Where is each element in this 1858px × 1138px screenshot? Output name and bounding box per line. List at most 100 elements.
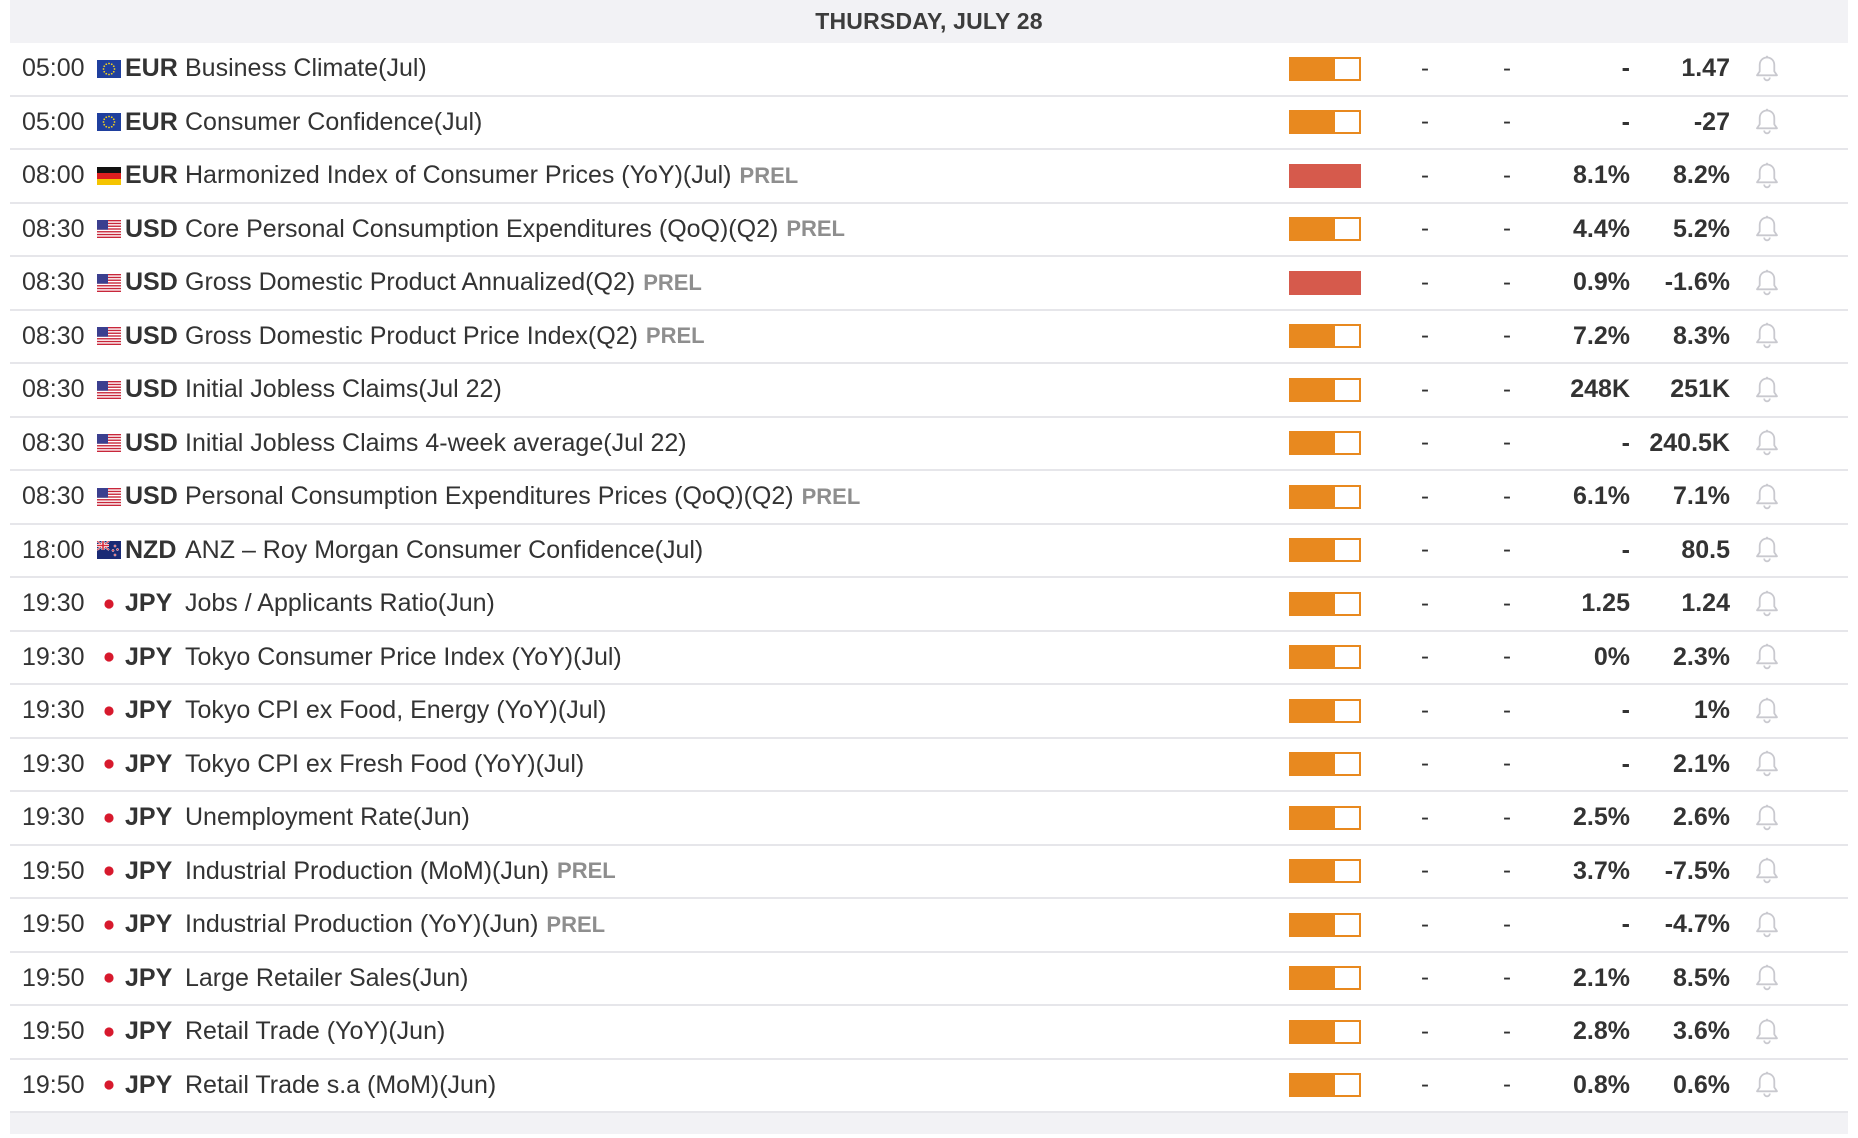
event-title-cell[interactable]: Consumer Confidence(Jul): [185, 97, 1265, 149]
bell-icon[interactable]: [1751, 525, 1783, 577]
bell-icon[interactable]: [1754, 162, 1780, 190]
bell-icon[interactable]: [1754, 376, 1780, 404]
event-name[interactable]: Business Climate(Jul): [185, 54, 427, 83]
bell-icon[interactable]: [1751, 739, 1783, 791]
event-name[interactable]: Large Retailer Sales(Jun): [185, 964, 468, 993]
event-row[interactable]: 19:50 JPY Industrial Production (YoY)(Ju…: [10, 899, 1848, 953]
event-row[interactable]: 08:30 USD Initial Jobless Claims(Jul 22)…: [10, 364, 1848, 418]
bell-icon[interactable]: [1751, 418, 1783, 470]
event-name[interactable]: Unemployment Rate(Jun): [185, 803, 470, 832]
bell-icon[interactable]: [1751, 364, 1783, 416]
event-row[interactable]: 05:00 EUR Consumer Confidence(Jul) - - -…: [10, 96, 1848, 150]
event-row[interactable]: 08:30 USD Core Personal Consumption Expe…: [10, 203, 1848, 257]
event-title-cell[interactable]: Initial Jobless Claims 4-week average(Ju…: [185, 418, 1265, 470]
event-title-cell[interactable]: Large Retailer Sales(Jun): [185, 953, 1265, 1005]
event-title-cell[interactable]: Personal Consumption Expenditures Prices…: [185, 471, 1265, 523]
bell-icon[interactable]: [1751, 43, 1783, 95]
event-row[interactable]: 08:30 USD Personal Consumption Expenditu…: [10, 471, 1848, 525]
bell-icon[interactable]: [1754, 215, 1780, 243]
event-title-cell[interactable]: ANZ – Roy Morgan Consumer Confidence(Jul…: [185, 525, 1265, 577]
event-title-cell[interactable]: Harmonized Index of Consumer Prices (YoY…: [185, 150, 1265, 202]
bell-icon[interactable]: [1751, 471, 1783, 523]
event-row[interactable]: 19:50 JPY Industrial Production (MoM)(Ju…: [10, 845, 1848, 899]
bell-icon[interactable]: [1754, 590, 1780, 618]
event-row[interactable]: 19:30 JPY Tokyo Consumer Price Index (Yo…: [10, 631, 1848, 685]
bell-icon[interactable]: [1754, 269, 1780, 297]
event-title-cell[interactable]: Retail Trade (YoY)(Jun): [185, 1006, 1265, 1058]
event-title-cell[interactable]: Gross Domestic Product Price Index(Q2) P…: [185, 311, 1265, 363]
event-row[interactable]: 08:00 EUR Harmonized Index of Consumer P…: [10, 150, 1848, 204]
event-name[interactable]: Tokyo Consumer Price Index (YoY)(Jul): [185, 643, 622, 672]
event-row[interactable]: 19:30 JPY Tokyo CPI ex Food, Energy (YoY…: [10, 685, 1848, 739]
bell-icon[interactable]: [1751, 1060, 1783, 1112]
event-name[interactable]: Tokyo CPI ex Fresh Food (YoY)(Jul): [185, 750, 584, 779]
bell-icon[interactable]: [1751, 632, 1783, 684]
event-title-cell[interactable]: Industrial Production (YoY)(Jun) PREL: [185, 899, 1265, 951]
bell-icon[interactable]: [1751, 97, 1783, 149]
event-row[interactable]: 08:30 USD Gross Domestic Product Price I…: [10, 310, 1848, 364]
event-name[interactable]: Gross Domestic Product Price Index(Q2): [185, 322, 638, 351]
bell-icon[interactable]: [1754, 108, 1780, 136]
bell-icon[interactable]: [1754, 643, 1780, 671]
event-name[interactable]: Industrial Production (MoM)(Jun): [185, 857, 549, 886]
event-title-cell[interactable]: Tokyo Consumer Price Index (YoY)(Jul): [185, 632, 1265, 684]
bell-icon[interactable]: [1751, 899, 1783, 951]
event-name[interactable]: Core Personal Consumption Expenditures (…: [185, 215, 778, 244]
event-row[interactable]: 19:30 JPY Tokyo CPI ex Fresh Food (YoY)(…: [10, 738, 1848, 792]
event-title-cell[interactable]: Unemployment Rate(Jun): [185, 792, 1265, 844]
event-row[interactable]: 19:50 JPY Retail Trade (YoY)(Jun) - - 2.…: [10, 1006, 1848, 1060]
bell-icon[interactable]: [1754, 857, 1780, 885]
event-title-cell[interactable]: Retail Trade s.a (MoM)(Jun): [185, 1060, 1265, 1112]
bell-icon[interactable]: [1751, 578, 1783, 630]
event-title-cell[interactable]: Jobs / Applicants Ratio(Jun): [185, 578, 1265, 630]
event-row[interactable]: 19:50 JPY Retail Trade s.a (MoM)(Jun) - …: [10, 1059, 1848, 1113]
bell-icon[interactable]: [1751, 1006, 1783, 1058]
bell-icon[interactable]: [1754, 1071, 1780, 1099]
event-title-cell[interactable]: Tokyo CPI ex Food, Energy (YoY)(Jul): [185, 685, 1265, 737]
event-title-cell[interactable]: Industrial Production (MoM)(Jun) PREL: [185, 846, 1265, 898]
event-title-cell[interactable]: Initial Jobless Claims(Jul 22): [185, 364, 1265, 416]
bell-icon[interactable]: [1751, 846, 1783, 898]
bell-icon[interactable]: [1754, 322, 1780, 350]
event-title-cell[interactable]: Core Personal Consumption Expenditures (…: [185, 204, 1265, 256]
bell-icon[interactable]: [1754, 750, 1780, 778]
event-title-cell[interactable]: Gross Domestic Product Annualized(Q2) PR…: [185, 257, 1265, 309]
bell-icon[interactable]: [1751, 685, 1783, 737]
bell-icon[interactable]: [1754, 429, 1780, 457]
event-name[interactable]: Retail Trade s.a (MoM)(Jun): [185, 1071, 496, 1100]
bell-icon[interactable]: [1751, 150, 1783, 202]
bell-icon[interactable]: [1751, 953, 1783, 1005]
bell-icon[interactable]: [1751, 257, 1783, 309]
event-title-cell[interactable]: Tokyo CPI ex Fresh Food (YoY)(Jul): [185, 739, 1265, 791]
bell-icon[interactable]: [1751, 792, 1783, 844]
event-name[interactable]: ANZ – Roy Morgan Consumer Confidence(Jul…: [185, 536, 703, 565]
bell-icon[interactable]: [1754, 911, 1780, 939]
event-name[interactable]: Consumer Confidence(Jul): [185, 108, 482, 137]
event-row[interactable]: 18:00 NZD ANZ – Roy Morgan Consumer Conf…: [10, 524, 1848, 578]
event-name[interactable]: Personal Consumption Expenditures Prices…: [185, 482, 794, 511]
event-name[interactable]: Initial Jobless Claims(Jul 22): [185, 375, 502, 404]
bell-icon[interactable]: [1754, 804, 1780, 832]
bell-icon[interactable]: [1754, 483, 1780, 511]
event-row[interactable]: 19:30 JPY Jobs / Applicants Ratio(Jun) -…: [10, 578, 1848, 632]
bell-icon[interactable]: [1754, 697, 1780, 725]
event-name[interactable]: Harmonized Index of Consumer Prices (YoY…: [185, 161, 732, 190]
event-name[interactable]: Retail Trade (YoY)(Jun): [185, 1017, 445, 1046]
bell-icon[interactable]: [1754, 536, 1780, 564]
event-row[interactable]: 08:30 USD Initial Jobless Claims 4-week …: [10, 417, 1848, 471]
bell-icon[interactable]: [1751, 311, 1783, 363]
event-row[interactable]: 08:30 USD Gross Domestic Product Annuali…: [10, 257, 1848, 311]
bell-icon[interactable]: [1751, 204, 1783, 256]
event-name[interactable]: Gross Domestic Product Annualized(Q2): [185, 268, 635, 297]
bell-icon[interactable]: [1754, 1018, 1780, 1046]
event-name[interactable]: Industrial Production (YoY)(Jun): [185, 910, 538, 939]
event-row[interactable]: 19:30 JPY Unemployment Rate(Jun) - - 2.5…: [10, 792, 1848, 846]
event-title-cell[interactable]: Business Climate(Jul): [185, 43, 1265, 95]
event-name[interactable]: Jobs / Applicants Ratio(Jun): [185, 589, 495, 618]
event-row[interactable]: 05:00 EUR Business Climate(Jul) - - - 1.…: [10, 43, 1848, 97]
bell-icon[interactable]: [1754, 55, 1780, 83]
bell-icon[interactable]: [1754, 964, 1780, 992]
event-name[interactable]: Tokyo CPI ex Food, Energy (YoY)(Jul): [185, 696, 606, 725]
event-row[interactable]: 19:50 JPY Large Retailer Sales(Jun) - - …: [10, 952, 1848, 1006]
event-name[interactable]: Initial Jobless Claims 4-week average(Ju…: [185, 429, 687, 458]
